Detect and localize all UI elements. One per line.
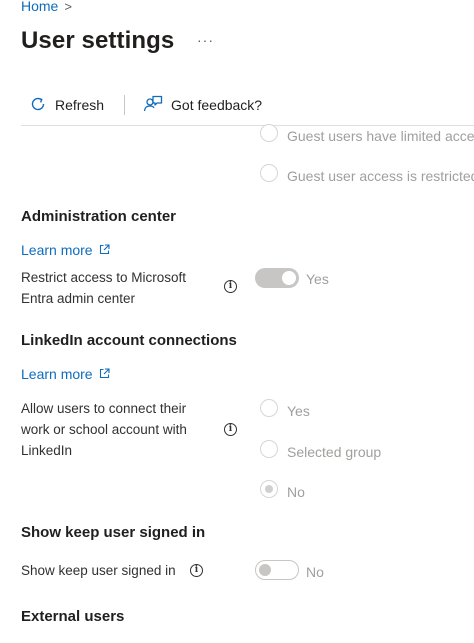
radio-linkedin-no[interactable]	[260, 480, 278, 498]
refresh-label: Refresh	[55, 97, 105, 113]
linkedin-allow-label-line3: LinkedIn	[21, 443, 73, 458]
external-link-icon	[99, 242, 110, 258]
feedback-label: Got feedback?	[171, 97, 263, 113]
external-link-icon	[99, 366, 110, 382]
restrict-admin-center-toggle-state: Yes	[306, 271, 329, 287]
restrict-admin-center-toggle[interactable]	[255, 268, 299, 288]
keep-signed-in-toggle[interactable]	[255, 560, 299, 580]
section-title-linkedin: LinkedIn account connections	[21, 332, 237, 349]
refresh-button[interactable]: Refresh	[21, 90, 112, 120]
toolbar-divider	[124, 95, 126, 115]
info-icon[interactable]: i	[224, 280, 237, 293]
info-icon[interactable]: i	[224, 423, 237, 436]
section-title-external-users: External users	[21, 608, 125, 625]
breadcrumb-separator: >	[64, 0, 72, 14]
admin-center-learn-more-link[interactable]: Learn more	[21, 242, 110, 258]
restrict-admin-center-label-line1: Restrict access to Microsoft	[21, 270, 187, 285]
radio-guest-restricted[interactable]	[260, 164, 278, 182]
page-title: User settings	[21, 27, 175, 54]
learn-more-label: Learn more	[21, 242, 93, 258]
linkedin-allow-label: Allow users to connect their work or sch…	[21, 398, 187, 461]
radio-linkedin-yes[interactable]	[260, 399, 278, 417]
radio-linkedin-no-label: No	[287, 484, 305, 500]
radio-linkedin-selected-group-label: Selected group	[287, 444, 382, 460]
linkedin-learn-more-link[interactable]: Learn more	[21, 366, 110, 382]
restrict-admin-center-label-line2: Entra admin center	[21, 291, 136, 306]
refresh-icon	[29, 95, 47, 116]
radio-guest-limited[interactable]	[260, 124, 278, 142]
radio-guest-restricted-label: Guest user access is restricted t	[287, 168, 474, 184]
section-title-keep-signed-in: Show keep user signed in	[21, 524, 206, 541]
more-options-button[interactable]: ···	[197, 32, 214, 48]
breadcrumb-home-link[interactable]: Home	[21, 0, 58, 14]
radio-linkedin-yes-label: Yes	[287, 403, 310, 419]
keep-signed-in-toggle-state: No	[306, 564, 324, 580]
section-title-administration-center: Administration center	[21, 208, 177, 225]
radio-guest-limited-label: Guest users have limited access	[287, 128, 474, 144]
learn-more-label: Learn more	[21, 366, 93, 382]
linkedin-allow-label-line2: work or school account with	[21, 422, 187, 437]
feedback-icon	[143, 95, 163, 116]
radio-linkedin-selected-group[interactable]	[260, 440, 278, 458]
feedback-button[interactable]: Got feedback?	[135, 90, 270, 120]
info-icon[interactable]: i	[190, 564, 203, 577]
toolbar-divider-line	[21, 125, 474, 126]
breadcrumb: Home >	[21, 0, 72, 14]
keep-signed-in-label: Show keep user signed in	[21, 563, 176, 578]
restrict-admin-center-label: Restrict access to Microsoft Entra admin…	[21, 267, 186, 309]
command-bar: Refresh Got feedback?	[21, 90, 474, 120]
linkedin-allow-label-line1: Allow users to connect their	[21, 401, 187, 416]
